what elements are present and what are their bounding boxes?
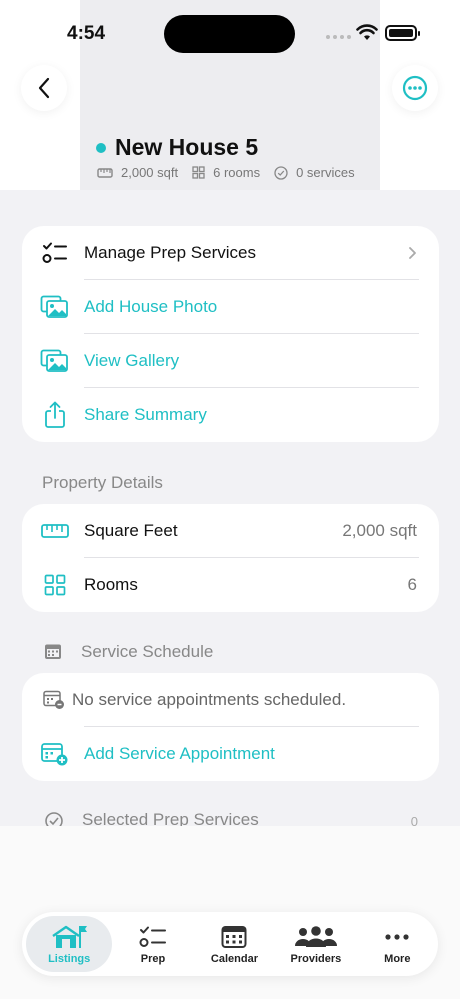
meta-sqft-text: 2,000 sqft xyxy=(121,165,179,180)
tab-prep[interactable]: Prep xyxy=(112,912,193,976)
property-details-card: Square Feet 2,000 sqft Rooms 6 xyxy=(22,504,439,612)
view-gallery-label: View Gallery xyxy=(84,351,180,370)
meta-services: 0 services xyxy=(274,165,355,180)
checklist-icon xyxy=(40,238,70,268)
add-house-photo-label: Add House Photo xyxy=(84,297,218,316)
square-feet-label: Square Feet xyxy=(84,521,178,540)
dynamic-island xyxy=(164,15,295,53)
more-options-button[interactable] xyxy=(392,65,438,111)
share-summary-label: Share Summary xyxy=(84,405,207,424)
ruler-icon xyxy=(97,167,113,178)
meta-services-text: 0 services xyxy=(296,165,355,180)
back-button[interactable] xyxy=(21,65,67,111)
grid-icon xyxy=(40,570,70,600)
rooms-row: Rooms 6 xyxy=(22,558,439,612)
service-schedule-heading: Service Schedule xyxy=(81,642,214,661)
page-title: New House 5 xyxy=(115,134,259,160)
selected-prep-header: Selected Prep Services 0 xyxy=(0,808,460,826)
share-summary-row[interactable]: Share Summary xyxy=(22,388,439,442)
selected-prep-count: 0 xyxy=(410,814,418,826)
ellipsis-circle-icon xyxy=(402,75,428,101)
tab-prep-label: Prep xyxy=(140,952,166,965)
checklist-icon xyxy=(139,924,167,950)
meta-rooms-text: 6 rooms xyxy=(213,165,261,180)
tab-bar: Listings Prep Calendar Providers More xyxy=(22,912,438,976)
tab-calendar[interactable]: Calendar xyxy=(194,912,275,976)
ruler-icon xyxy=(40,516,70,546)
add-house-photo-row[interactable]: Add House Photo xyxy=(22,280,439,334)
manage-prep-services-row[interactable]: Manage Prep Services xyxy=(22,226,439,280)
tab-more[interactable]: More xyxy=(357,912,438,976)
calendar-icon xyxy=(45,644,61,659)
tab-providers-label: Providers xyxy=(290,952,342,965)
grid-icon xyxy=(192,166,205,179)
chevron-left-icon xyxy=(38,77,50,99)
view-gallery-row[interactable]: View Gallery xyxy=(22,334,439,388)
wifi-icon xyxy=(356,24,378,40)
tab-more-label: More xyxy=(384,952,411,965)
calendar-badge-icon xyxy=(42,685,66,715)
rooms-label: Rooms xyxy=(84,575,138,594)
no-appointments-row: No service appointments scheduled. xyxy=(22,673,439,727)
manage-prep-services-label: Manage Prep Services xyxy=(84,243,256,262)
calendar-add-icon xyxy=(40,739,70,769)
people-icon xyxy=(294,924,338,950)
cellular-signal-icon xyxy=(326,35,351,39)
gallery-icon xyxy=(40,346,70,376)
ellipsis-icon xyxy=(384,924,410,950)
status-dot xyxy=(96,142,106,153)
check-circle-icon xyxy=(274,165,288,180)
square-feet-value: 2,000 sqft xyxy=(342,521,417,540)
meta-rooms: 6 rooms xyxy=(192,165,260,180)
tab-calendar-label: Calendar xyxy=(210,952,258,965)
no-appointments-text: No service appointments scheduled. xyxy=(72,690,347,709)
share-icon xyxy=(40,400,70,430)
tab-providers[interactable]: Providers xyxy=(275,912,356,976)
square-feet-row: Square Feet 2,000 sqft xyxy=(22,504,439,558)
actions-card: Manage Prep Services Add House Photo Vie… xyxy=(22,226,439,442)
battery-icon xyxy=(385,25,420,41)
add-service-appointment-label: Add Service Appointment xyxy=(84,744,275,763)
chevron-right-icon xyxy=(409,247,416,259)
photo-add-icon xyxy=(40,292,70,322)
property-details-heading: Property Details xyxy=(42,473,163,492)
listing-header: New House 5 xyxy=(96,134,258,161)
rooms-value: 6 xyxy=(407,575,417,594)
calendar-icon xyxy=(221,924,247,950)
listing-meta: 2,000 sqft 6 rooms 0 services xyxy=(97,165,369,180)
tab-listings[interactable]: Listings xyxy=(26,916,113,972)
status-bar: 4:54 xyxy=(0,0,460,60)
selected-prep-heading: Selected Prep Services xyxy=(82,810,259,826)
checkmark-seal-icon xyxy=(45,812,63,826)
house-flag-icon xyxy=(50,924,88,950)
add-service-appointment-row[interactable]: Add Service Appointment xyxy=(22,727,439,781)
status-time: 4:54 xyxy=(67,23,106,44)
meta-sqft: 2,000 sqft xyxy=(97,165,178,180)
tab-listings-label: Listings xyxy=(48,952,91,965)
service-schedule-card: No service appointments scheduled. Add S… xyxy=(22,673,439,781)
